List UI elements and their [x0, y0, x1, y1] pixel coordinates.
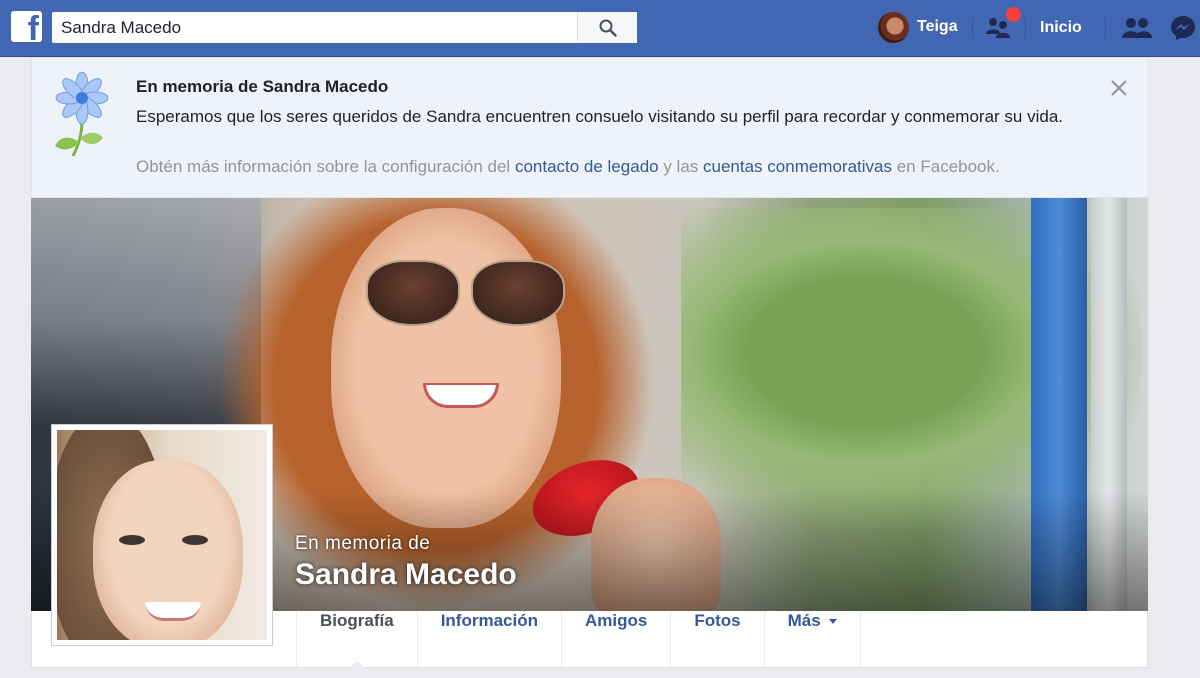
search-input[interactable]	[52, 12, 572, 43]
tab-about[interactable]: Información	[416, 611, 561, 667]
memorial-info-suffix: en Facebook.	[892, 157, 1000, 176]
cover-sunglasses-lens	[471, 260, 565, 326]
cover-sunglasses-lens	[366, 260, 460, 326]
cover-memorial-label: En memoria de	[295, 533, 431, 554]
tab-label: Información	[440, 611, 538, 630]
profile-picture[interactable]	[51, 424, 273, 646]
tab-label: Fotos	[694, 611, 741, 630]
chevron-down-icon	[828, 619, 837, 625]
profile-subject-eye	[119, 535, 145, 545]
tab-label: Biografía	[320, 611, 394, 630]
messenger-icon	[1171, 16, 1195, 40]
legacy-contact-link[interactable]: contacto de legado	[515, 157, 659, 176]
nav-divider	[1025, 17, 1026, 39]
memorial-info-prefix: Obtén más información sobre la configura…	[136, 157, 515, 176]
profile-shortcut[interactable]: Teiga	[876, 0, 976, 56]
memorial-flower-icon	[55, 72, 109, 157]
tab-photos[interactable]: Fotos	[670, 611, 763, 667]
tab-timeline[interactable]: Biografía	[296, 611, 417, 668]
facebook-logo[interactable]: f	[11, 11, 42, 42]
memorial-banner: En memoria de Sandra Macedo Esperamos qu…	[31, 57, 1148, 198]
nav-divider	[972, 17, 973, 39]
memorial-info-middle: y las	[658, 157, 704, 176]
avatar	[878, 12, 909, 43]
tab-friends[interactable]: Amigos	[560, 611, 670, 667]
profile-picture-image	[57, 430, 267, 640]
close-icon[interactable]	[1108, 77, 1130, 99]
people-icon	[1122, 18, 1152, 38]
nav-divider	[1105, 17, 1106, 39]
profile-tabs: Biografía Información Amigos Fotos Más	[296, 611, 861, 668]
memorial-title: En memoria de Sandra Macedo	[136, 77, 389, 96]
home-link[interactable]: Inicio	[1040, 0, 1082, 56]
search-box	[52, 12, 637, 43]
user-name: Teiga	[917, 18, 958, 35]
memorialized-accounts-link[interactable]: cuentas conmemorativas	[703, 157, 892, 176]
top-navigation-bar: f Teiga Inicio	[0, 0, 1200, 57]
search-icon	[599, 19, 617, 37]
profile-name[interactable]: Sandra Macedo	[295, 558, 517, 592]
profile-subject-eye	[182, 535, 208, 545]
active-tab-indicator	[349, 661, 364, 668]
cover-subject-face	[331, 208, 561, 528]
memorial-info: Obtén más información sobre la configura…	[136, 157, 1000, 177]
tab-label: Amigos	[584, 611, 648, 630]
tab-more[interactable]: Más	[763, 611, 861, 667]
tab-label: Más	[787, 611, 821, 630]
memorial-message: Esperamos que los seres queridos de Sand…	[136, 107, 1063, 126]
facebook-logo-letter: f	[27, 11, 39, 42]
notification-badge	[1005, 6, 1022, 23]
search-button[interactable]	[577, 12, 637, 43]
friend-requests-button[interactable]	[985, 0, 1022, 56]
